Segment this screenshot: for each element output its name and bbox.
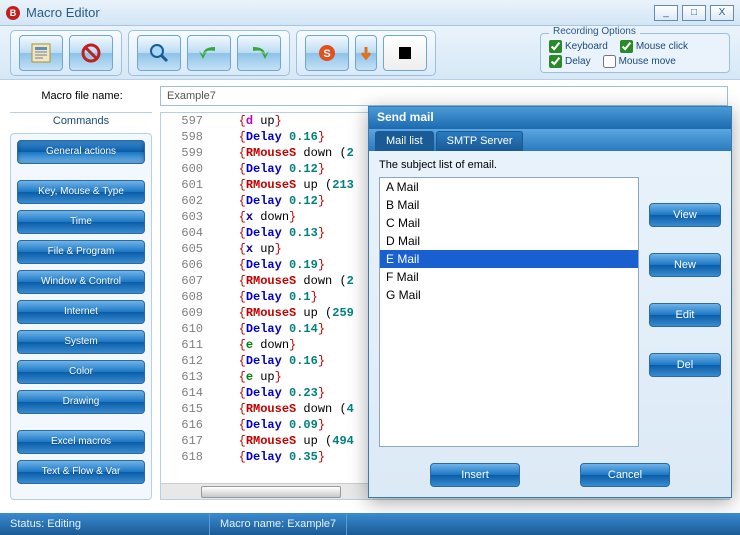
tab-0[interactable]: Mail list <box>375 131 434 151</box>
dialog-tabs: Mail listSMTP Server <box>369 129 731 151</box>
insert-button[interactable]: Insert <box>430 463 520 487</box>
app-title: Macro Editor <box>26 5 100 20</box>
send-mail-dialog: Send mail Mail listSMTP Server The subje… <box>368 106 732 498</box>
dialog-description: The subject list of email. <box>379 159 721 171</box>
dialog-body: The subject list of email. A MailB MailC… <box>369 151 731 453</box>
edit-button[interactable]: Edit <box>649 303 721 327</box>
svg-text:S: S <box>323 48 330 60</box>
mouse-click-checkbox[interactable]: Mouse click <box>620 40 688 53</box>
maximize-button[interactable]: □ <box>682 5 706 21</box>
keyboard-checkbox[interactable]: Keyboard <box>549 40 608 53</box>
record-dropdown-button[interactable] <box>355 35 377 71</box>
mouse-move-checkbox[interactable]: Mouse move <box>603 55 676 68</box>
list-item[interactable]: B Mail <box>380 196 638 214</box>
dialog-footer: Insert Cancel <box>369 453 731 497</box>
arrow-down-icon <box>359 45 373 61</box>
toolbar-group-record: S <box>296 30 436 76</box>
dialog-title: Send mail <box>369 107 731 129</box>
sidebar-item-5[interactable]: Internet <box>17 300 145 324</box>
sidebar: Commands General actions Key, Mouse & Typ… <box>10 112 152 500</box>
mail-list[interactable]: A MailB MailC MailD MailE MailF MailG Ma… <box>379 177 639 447</box>
view-button[interactable]: View <box>649 203 721 227</box>
record-button[interactable]: S <box>305 35 349 71</box>
status-right: Macro name: Example7 <box>210 513 347 535</box>
close-button[interactable]: X <box>710 5 734 21</box>
cancel-button[interactable] <box>69 35 113 71</box>
scrollbar-thumb[interactable] <box>201 486 341 498</box>
recording-options-legend: Recording Options <box>549 26 640 37</box>
sidebar-item-9[interactable]: Excel macros <box>17 430 145 454</box>
list-item[interactable]: E Mail <box>380 250 638 268</box>
redo-button[interactable] <box>237 35 281 71</box>
app-icon: B <box>6 6 20 20</box>
tab-1[interactable]: SMTP Server <box>436 131 524 151</box>
cancel-icon <box>80 42 102 64</box>
undo-button[interactable] <box>187 35 231 71</box>
save-button[interactable] <box>19 35 63 71</box>
stop-icon <box>397 45 413 61</box>
sidebar-item-8[interactable]: Drawing <box>17 390 145 414</box>
list-item[interactable]: F Mail <box>380 268 638 286</box>
cancel-dialog-button[interactable]: Cancel <box>580 463 670 487</box>
search-button[interactable] <box>137 35 181 71</box>
save-icon <box>30 42 52 64</box>
dialog-side-buttons: View New Edit Del <box>649 177 721 447</box>
list-item[interactable]: D Mail <box>380 232 638 250</box>
stop-button[interactable] <box>383 35 427 71</box>
sidebar-item-1[interactable]: Key, Mouse & Type <box>17 180 145 204</box>
list-item[interactable]: C Mail <box>380 214 638 232</box>
redo-icon <box>247 43 271 63</box>
list-item[interactable]: A Mail <box>380 178 638 196</box>
sidebar-item-4[interactable]: Window & Control <box>17 270 145 294</box>
record-icon: S <box>317 43 337 63</box>
undo-icon <box>197 43 221 63</box>
new-button[interactable]: New <box>649 253 721 277</box>
file-name-label: Macro file name: <box>12 90 152 102</box>
sidebar-panel: General actions Key, Mouse & Type Time File… <box>10 133 152 500</box>
toolbar: S Recording Options Keyboard Mouse click… <box>0 26 740 80</box>
search-icon <box>148 42 170 64</box>
title-bar: B Macro Editor _ □ X <box>0 0 740 26</box>
sidebar-item-3[interactable]: File & Program <box>17 240 145 264</box>
file-name-input[interactable] <box>160 86 728 106</box>
minimize-button[interactable]: _ <box>654 5 678 21</box>
toolbar-group-edit <box>128 30 290 76</box>
list-item[interactable]: G Mail <box>380 286 638 304</box>
sidebar-item-6[interactable]: System <box>17 330 145 354</box>
status-bar: Status: Editing Macro name: Example7 <box>0 513 740 535</box>
recording-options-panel: Recording Options Keyboard Mouse click D… <box>540 33 730 73</box>
sidebar-item-7[interactable]: Color <box>17 360 145 384</box>
sidebar-header: Commands <box>10 112 152 133</box>
sidebar-item-2[interactable]: Time <box>17 210 145 234</box>
status-left: Status: Editing <box>0 513 210 535</box>
sidebar-item-0[interactable]: General actions <box>17 140 145 164</box>
sidebar-item-10[interactable]: Text & Flow & Var <box>17 460 145 484</box>
toolbar-group-file <box>10 30 122 76</box>
del-button[interactable]: Del <box>649 353 721 377</box>
delay-checkbox[interactable]: Delay <box>549 55 591 68</box>
